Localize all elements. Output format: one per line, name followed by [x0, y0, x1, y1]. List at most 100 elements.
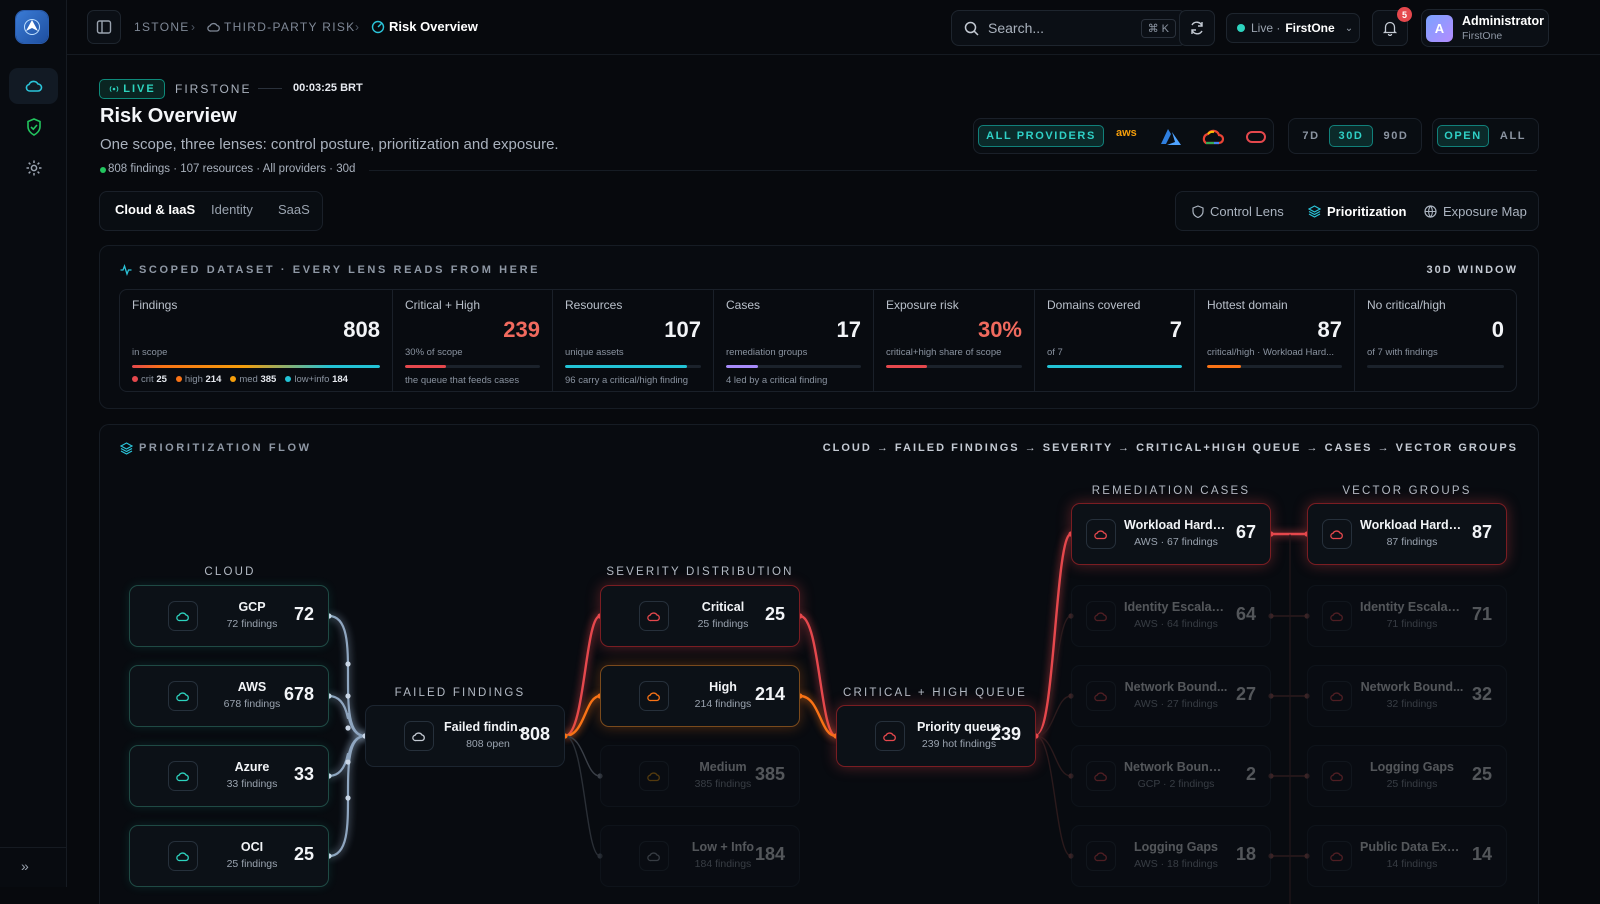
kpi-note: the queue that feeds cases [405, 375, 520, 386]
lens-exposure-label: Exposure Map [1443, 204, 1527, 219]
kpi-value: 17 [836, 317, 861, 342]
sidebar-item-cloud[interactable] [9, 68, 58, 104]
flow-node[interactable]: Medium 385 findings 385 [600, 745, 800, 807]
tab-saas[interactable]: SaaS [278, 202, 310, 217]
node-value: 678 [283, 684, 314, 704]
legend-label: high [184, 374, 203, 385]
kpi-subtext: critical/high · Workload Hard... [1207, 347, 1335, 358]
flow-node[interactable]: Network Bound... 32 findings 32 [1307, 665, 1507, 727]
refresh-button[interactable] [1179, 10, 1215, 46]
toggle-sidebar-button[interactable] [87, 10, 121, 44]
panel-icon [96, 20, 112, 34]
kpi-label: Hottest domain [1207, 298, 1288, 312]
kpi-card[interactable]: Critical + High 239 30% of scope the que… [393, 290, 553, 391]
time-window-filter: 7D 30D 90D [1288, 118, 1422, 154]
kpi-bar-fill [565, 365, 688, 368]
node-value: 33 [293, 764, 314, 784]
app-logo[interactable] [16, 11, 48, 43]
flow-node[interactable]: Low + Info 184 findings 184 [600, 825, 800, 887]
scope-tabs: Cloud & IaaS Identity SaaS [99, 191, 323, 231]
node-subtext: 32 findings [1386, 698, 1438, 710]
kpi-subtext: remediation groups [726, 347, 808, 358]
kpi-subtext: unique assets [565, 347, 624, 358]
node-name: Logging Gaps [1133, 840, 1219, 854]
sidebar-item-settings[interactable] [9, 150, 58, 186]
shield-icon [1192, 205, 1204, 218]
flow-node[interactable]: Logging Gaps AWS · 18 findings 18 [1071, 825, 1271, 887]
window-90d[interactable]: 90D [1375, 125, 1417, 147]
kpi-card[interactable]: No critical/high 0 of 7 with findings [1355, 290, 1516, 391]
node-name: OCI [240, 840, 264, 854]
flow-node[interactable]: Public Data Exp... 14 findings 14 [1307, 825, 1507, 887]
cloud-icon [168, 601, 198, 631]
environment-selector[interactable]: Live · FirstOne ⌄ [1226, 13, 1360, 43]
flow-node[interactable]: Priority queue 239 hot findings 239 [836, 705, 1036, 767]
user-name: Administrator [1462, 14, 1544, 28]
node-subtext: 25 findings [697, 618, 749, 630]
window-7d[interactable]: 7D [1293, 125, 1329, 147]
gcp-icon[interactable] [1202, 128, 1224, 146]
flow-link [798, 614, 838, 738]
flow-node[interactable]: Azure 33 findings 33 [129, 745, 329, 807]
flow-port [345, 795, 351, 801]
kpi-card[interactable]: Resources 107 unique assets 96 carry a c… [553, 290, 714, 391]
flow-node[interactable]: Workload Harde... AWS · 67 findings 67 [1071, 503, 1271, 565]
lens-prioritization[interactable]: Prioritization [1308, 204, 1406, 219]
lens-control-label: Control Lens [1210, 204, 1284, 219]
lens-exposure[interactable]: Exposure Map [1424, 204, 1527, 219]
flow-node[interactable]: GCP 72 findings 72 [129, 585, 329, 647]
kpi-bar [405, 365, 540, 368]
sidebar-item-security[interactable] [9, 109, 58, 145]
cloud-icon [168, 761, 198, 791]
activity-icon [120, 264, 132, 276]
breadcrumb-root[interactable]: 1STONE [134, 20, 190, 34]
kpi-subtext: of 7 [1047, 347, 1063, 358]
cloud-icon [207, 22, 220, 32]
flow-node[interactable]: Network Boundary GCP · 2 findings 2 [1071, 745, 1271, 807]
flow-node[interactable]: Identity Escalati... AWS · 64 findings 6… [1071, 585, 1271, 647]
lens-control[interactable]: Control Lens [1192, 204, 1284, 219]
node-name: Failed findings [444, 720, 532, 734]
breadcrumb-separator: › [355, 20, 361, 34]
kpi-card[interactable]: Cases 17 remediation groups 4 led by a c… [714, 290, 874, 391]
breadcrumb-separator: › [191, 20, 197, 34]
oracle-icon[interactable] [1245, 130, 1267, 144]
legend-item: low+info 184 [285, 374, 348, 385]
provider-all-button[interactable]: ALL PROVIDERS [978, 125, 1104, 147]
flow-node[interactable]: Identity Escalati... 71 findings 71 [1307, 585, 1507, 647]
flow-node[interactable]: Logging Gaps 25 findings 25 [1307, 745, 1507, 807]
search-box[interactable]: Search... ⌘ K [951, 10, 1187, 46]
azure-icon[interactable] [1160, 128, 1182, 146]
node-name: Workload Harde... [1360, 518, 1464, 532]
kpi-card[interactable]: Hottest domain 87 critical/high · Worklo… [1195, 290, 1355, 391]
flow-node[interactable]: Failed findings 808 open 808 [365, 705, 565, 767]
kpi-card[interactable]: Findings 808 in scope crit 25 high 214 med… [120, 290, 393, 391]
aws-icon[interactable]: aws [1116, 127, 1137, 139]
refresh-icon [1191, 21, 1203, 35]
flow-node[interactable]: Network Bound... AWS · 27 findings 27 [1071, 665, 1271, 727]
expand-sidebar-icon[interactable]: » [21, 858, 29, 874]
tab-identity[interactable]: Identity [211, 202, 253, 217]
flow-node[interactable]: Workload Harde... 87 findings 87 [1307, 503, 1507, 565]
flow-node[interactable]: High 214 findings 214 [600, 665, 800, 727]
legend-dot [230, 376, 237, 383]
breadcrumb-section[interactable]: THIRD-PARTY RISK [224, 20, 355, 34]
node-value: 385 [754, 764, 785, 784]
user-menu[interactable]: A Administrator FirstOne [1421, 9, 1549, 47]
flow-node[interactable]: Critical 25 findings 25 [600, 585, 800, 647]
flow-column-header: CRITICAL + HIGH QUEUE [842, 687, 1028, 699]
flow-node[interactable]: OCI 25 findings 25 [129, 825, 329, 887]
node-subtext: 14 findings [1386, 858, 1438, 870]
kpi-note: 96 carry a critical/high finding [565, 375, 689, 386]
window-30d[interactable]: 30D [1329, 125, 1373, 147]
tab-cloud-iaas[interactable]: Cloud & IaaS [115, 202, 195, 217]
env-name: FirstOne [1285, 21, 1335, 35]
search-input[interactable]: Search... [988, 20, 1044, 36]
cloud-icon [639, 841, 669, 871]
kpi-card[interactable]: Exposure risk 30% critical+high share of… [874, 290, 1035, 391]
kpi-card[interactable]: Domains covered 7 of 7 [1035, 290, 1195, 391]
status-open[interactable]: OPEN [1437, 125, 1489, 147]
status-all[interactable]: ALL [1491, 125, 1535, 147]
live-label: LIVE [123, 83, 156, 95]
flow-node[interactable]: AWS 678 findings 678 [129, 665, 329, 727]
